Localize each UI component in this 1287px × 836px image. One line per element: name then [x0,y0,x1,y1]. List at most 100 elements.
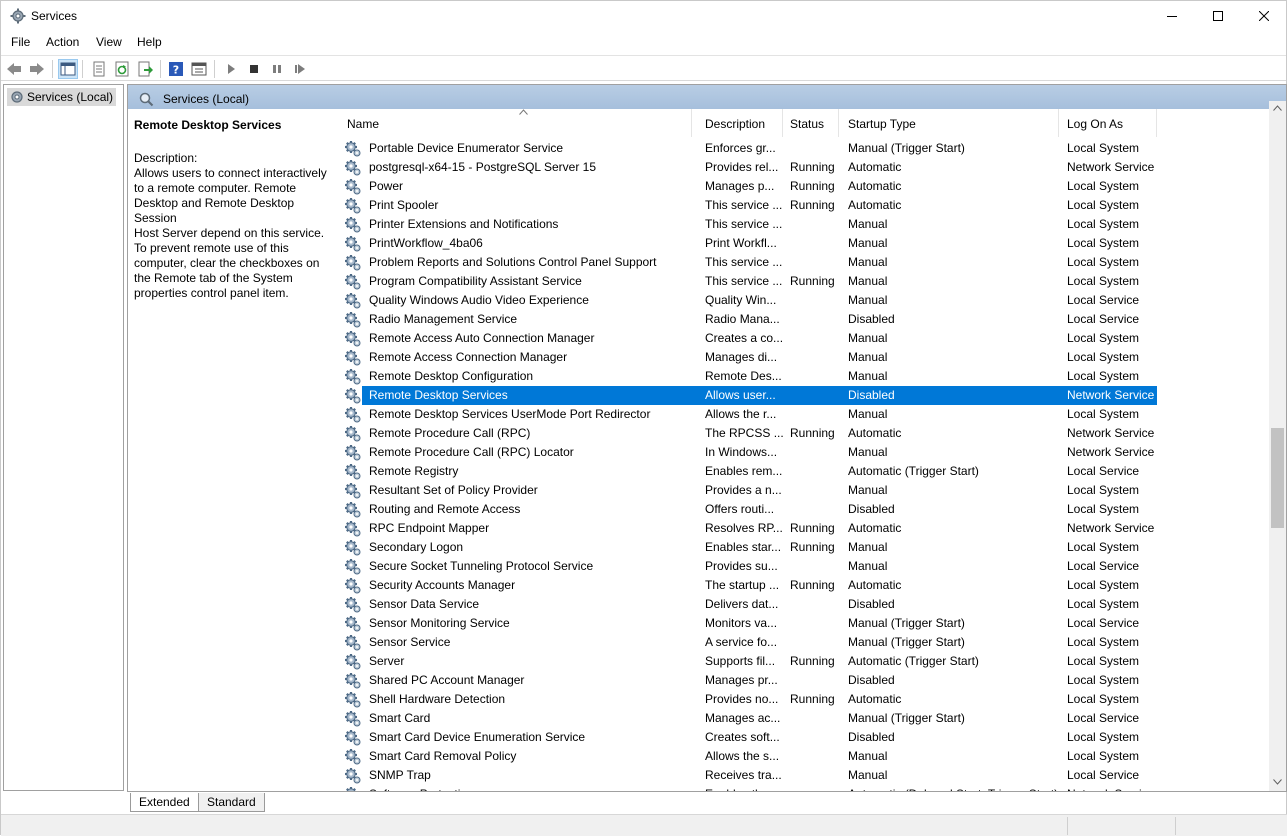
cell-description: Manages di... [705,350,778,364]
table-row[interactable]: Remote Access Auto Connection Manager Cre… [334,329,1268,348]
table-row[interactable]: Server Supports fil... Running Automatic (T… [334,652,1268,671]
table-row[interactable]: Program Compatibility Assistant Service T… [334,272,1268,291]
cell-name: Sensor Service [369,635,451,649]
cell-startup: Automatic [848,692,902,706]
tab-extended[interactable]: Extended [130,793,199,812]
panel-title: Services (Local) [163,92,250,106]
table-row[interactable]: Printer Extensions and Notifications This… [334,215,1268,234]
scroll-up-icon[interactable] [1273,105,1282,111]
table-row[interactable]: Radio Management Service Radio Mana... Dis… [334,310,1268,329]
cell-name: Remote Access Auto Connection Manager [369,331,595,345]
column-header-description[interactable]: Description [699,109,783,137]
help-button[interactable]: ? [166,59,186,79]
cell-startup: Manual [848,217,888,231]
close-button[interactable] [1241,1,1287,31]
table-row[interactable]: Remote Desktop Services Allows user... Dis… [334,386,1268,405]
table-row[interactable]: RPC Endpoint Mapper Resolves RP... Running… [334,519,1268,538]
cell-description: Provides rel... [705,160,779,174]
table-row[interactable]: Routing and Remote Access Offers routi...… [334,500,1268,519]
console-tree-button[interactable] [58,59,78,79]
service-gear-icon [345,559,361,575]
table-row[interactable]: Smart Card Device Enumeration Service Cre… [334,728,1268,747]
cell-logon: Local System [1067,483,1140,497]
export-button[interactable] [135,59,155,79]
scrollbar-thumb[interactable] [1271,428,1284,528]
column-header-name[interactable]: Name [334,109,692,137]
table-row[interactable]: Software Protection Enables the ... Automa… [334,785,1268,791]
table-row[interactable]: Smart Card Manages ac... Manual (Trigger S… [334,709,1268,728]
menu-bar: File Action View Help [1,32,1286,54]
menu-help[interactable]: Help [137,35,162,49]
vertical-scrollbar[interactable] [1269,101,1286,791]
table-row[interactable]: Remote Desktop Configuration Remote Des..… [334,367,1268,386]
cell-startup: Manual [848,274,888,288]
table-row[interactable]: Security Accounts Manager The startup ...… [334,576,1268,595]
table-row[interactable]: Remote Procedure Call (RPC) Locator In Wi… [334,443,1268,462]
cell-name: Security Accounts Manager [369,578,516,592]
forward-button[interactable] [27,59,47,79]
table-row[interactable]: Smart Card Removal Policy Allows the s...… [334,747,1268,766]
minimize-button[interactable] [1149,1,1195,31]
cell-startup: Automatic (Trigger Start) [848,464,979,478]
service-gear-icon [345,236,361,252]
maximize-button[interactable] [1195,1,1241,31]
toolbar: ? [1,55,1286,81]
table-row[interactable]: SNMP Trap Receives tra... Manual Local Serv… [334,766,1268,785]
cell-startup: Manual (Trigger Start) [848,141,965,155]
table-row[interactable]: Remote Procedure Call (RPC) The RPCSS ...… [334,424,1268,443]
table-row[interactable]: Sensor Monitoring Service Monitors va... M… [334,614,1268,633]
cell-logon: Local Service [1067,464,1140,478]
table-row[interactable]: Secure Socket Tunneling Protocol Service… [334,557,1268,576]
column-header-status[interactable]: Status [783,109,839,137]
restart-service-button[interactable] [290,59,310,79]
table-row[interactable]: Problem Reports and Solutions Control Pa… [334,253,1268,272]
maximize-icon [1213,11,1223,21]
properties-button[interactable] [89,59,109,79]
cell-startup: Manual [848,236,888,250]
service-gear-icon [345,426,361,442]
table-row[interactable]: Portable Device Enumerator Service Enforc… [334,139,1268,158]
cell-startup: Manual [848,559,888,573]
table-row[interactable]: Power Manages p... Running Automatic Local S… [334,177,1268,196]
menu-action[interactable]: Action [46,35,79,49]
table-row[interactable]: Sensor Service A service fo... Manual (Tri… [334,633,1268,652]
service-gear-icon [345,768,361,784]
table-row[interactable]: Remote Registry Enables rem... Automatic (… [334,462,1268,481]
cell-logon: Local System [1067,236,1140,250]
cell-description: Provides no... [705,692,779,706]
cell-name: Software Protection [369,785,699,791]
stop-service-button[interactable] [244,59,264,79]
scroll-down-icon[interactable] [1273,779,1282,785]
menu-view[interactable]: View [96,35,122,49]
back-button[interactable] [4,59,24,79]
pause-service-button[interactable] [267,59,287,79]
table-row[interactable]: postgresql-x64-15 - PostgreSQL Server 15… [334,158,1268,177]
cell-startup: Disabled [848,502,895,516]
cell-logon: Local System [1067,654,1140,668]
column-header-startup-type[interactable]: Startup Type [839,109,1059,137]
cell-logon: Local Service [1067,768,1140,782]
table-row[interactable]: Shell Hardware Detection Provides no... Ru… [334,690,1268,709]
tree-item-services-local[interactable]: Services (Local) [7,88,117,106]
table-row[interactable]: Shared PC Account Manager Manages pr... Di… [334,671,1268,690]
view-button[interactable] [189,59,209,79]
table-row[interactable]: Quality Windows Audio Video Experience Qu… [334,291,1268,310]
cell-logon: Network Service [1067,388,1155,402]
cell-startup: Disabled [848,730,895,744]
table-row[interactable]: Secondary Logon Enables star... Running Man… [334,538,1268,557]
table-row[interactable]: PrintWorkflow_4ba06 Print Workfl... Manual… [334,234,1268,253]
start-service-button[interactable] [221,59,241,79]
cell-logon: Local Service [1067,559,1140,573]
column-header-log-on-as[interactable]: Log On As [1059,109,1157,137]
table-row[interactable]: Resultant Set of Policy Provider Provides… [334,481,1268,500]
cell-description: Quality Win... [705,293,777,307]
pause-icon [273,65,281,73]
table-row[interactable]: Print Spooler This service ... Running Auto… [334,196,1268,215]
refresh-button[interactable] [112,59,132,79]
cell-name: Remote Procedure Call (RPC) [369,426,531,440]
table-row[interactable]: Remote Access Connection Manager Manages … [334,348,1268,367]
tab-standard[interactable]: Standard [198,793,265,812]
table-row[interactable]: Sensor Data Service Delivers dat... Disabl… [334,595,1268,614]
table-row[interactable]: Remote Desktop Services UserMode Port Re… [334,405,1268,424]
menu-file[interactable]: File [11,35,30,49]
